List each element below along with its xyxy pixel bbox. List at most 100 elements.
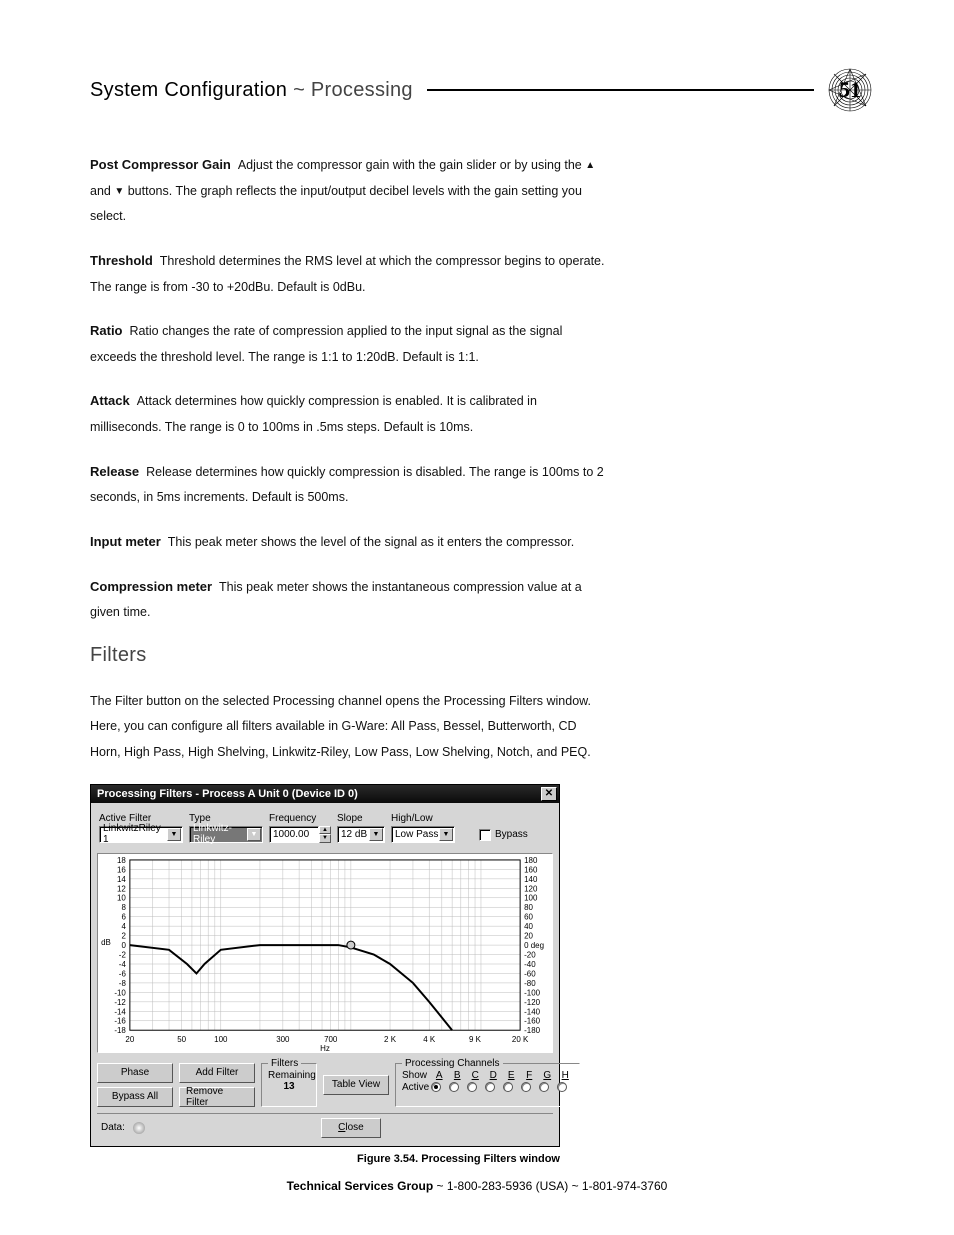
- channel-header[interactable]: C: [467, 1070, 483, 1081]
- page-title: System Configuration ~ Processing: [90, 79, 413, 102]
- svg-text:-10: -10: [114, 988, 126, 997]
- processing-filters-dialog: Processing Filters - Process A Unit 0 (D…: [90, 784, 560, 1147]
- svg-text:-100: -100: [524, 988, 541, 997]
- dialog-titlebar[interactable]: Processing Filters - Process A Unit 0 (D…: [91, 785, 559, 803]
- svg-text:100: 100: [524, 894, 538, 903]
- channel-radio[interactable]: [431, 1082, 441, 1092]
- page-header: System Configuration ~ Processing 51: [90, 68, 872, 112]
- def-ratio: Ratio Ratio changes the rate of compress…: [90, 318, 610, 370]
- channel-radio[interactable]: [521, 1082, 531, 1092]
- svg-text:9 K: 9 K: [469, 1035, 482, 1044]
- svg-text:80: 80: [524, 903, 533, 912]
- channel-radio[interactable]: [449, 1082, 459, 1092]
- label-type: Type: [189, 813, 263, 824]
- channel-radio[interactable]: [539, 1082, 549, 1092]
- remove-filter-button[interactable]: Remove Filter: [179, 1087, 255, 1107]
- channel-header[interactable]: G: [539, 1070, 555, 1081]
- up-triangle-icon: ▲: [585, 160, 595, 171]
- def-input-meter: Input meter This peak meter shows the le…: [90, 529, 610, 556]
- dialog-title: Processing Filters - Process A Unit 0 (D…: [97, 788, 358, 800]
- channel-header[interactable]: E: [503, 1070, 519, 1081]
- svg-text:0 deg: 0 deg: [524, 941, 544, 950]
- svg-text:0: 0: [121, 941, 126, 950]
- frequency-spinner[interactable]: ▲▼: [319, 826, 331, 843]
- svg-text:300: 300: [276, 1035, 290, 1044]
- svg-text:60: 60: [524, 912, 533, 921]
- svg-text:16: 16: [117, 865, 126, 874]
- page-number-badge: 51: [828, 68, 872, 112]
- svg-text:50: 50: [177, 1035, 186, 1044]
- page-footer: Technical Services Group ~ 1-800-283-593…: [0, 1179, 954, 1193]
- svg-text:-160: -160: [524, 1016, 541, 1025]
- svg-text:10: 10: [117, 894, 126, 903]
- svg-text:-2: -2: [119, 950, 127, 959]
- svg-text:2: 2: [121, 931, 126, 940]
- bypass-checkbox[interactable]: [479, 829, 491, 841]
- def-post-compressor-gain: Post Compressor Gain Adjust the compress…: [90, 152, 610, 230]
- close-icon[interactable]: ✕: [541, 787, 557, 801]
- type-combo[interactable]: Linkwitz-Riley: [189, 826, 263, 843]
- svg-text:160: 160: [524, 865, 538, 874]
- svg-text:6: 6: [121, 912, 126, 921]
- svg-text:20: 20: [125, 1035, 134, 1044]
- channel-header[interactable]: H: [557, 1070, 573, 1081]
- status-bar: Data: Close: [97, 1113, 553, 1140]
- svg-text:-12: -12: [114, 998, 126, 1007]
- label-frequency: Frequency: [269, 813, 331, 824]
- svg-text:20 K: 20 K: [512, 1035, 529, 1044]
- channel-header[interactable]: A: [431, 1070, 447, 1081]
- def-attack: Attack Attack determines how quickly com…: [90, 388, 610, 440]
- svg-text:14: 14: [117, 875, 126, 884]
- svg-text:-180: -180: [524, 1026, 541, 1035]
- svg-text:180: 180: [524, 856, 538, 865]
- svg-text:4: 4: [121, 922, 126, 931]
- svg-text:-60: -60: [524, 969, 536, 978]
- add-filter-button[interactable]: Add Filter: [179, 1063, 255, 1083]
- svg-text:Hz: Hz: [320, 1044, 330, 1052]
- svg-text:8: 8: [121, 903, 126, 912]
- svg-text:-40: -40: [524, 960, 536, 969]
- svg-text:-20: -20: [524, 950, 536, 959]
- svg-text:-18: -18: [114, 1026, 126, 1035]
- filter-response-graph[interactable]: -18-16-14-12-10-8-6-4-2024681012141618-1…: [97, 853, 553, 1053]
- channel-radio[interactable]: [485, 1082, 495, 1092]
- svg-text:-6: -6: [119, 969, 127, 978]
- channel-radio[interactable]: [503, 1082, 513, 1092]
- active-filter-combo[interactable]: LinkwitzRiley 1: [99, 826, 183, 843]
- close-button[interactable]: Close: [321, 1118, 381, 1138]
- processing-channels-group: Processing Channels ShowABCDEFGHActive: [395, 1063, 580, 1107]
- phase-button[interactable]: Phase: [97, 1063, 173, 1083]
- frequency-input[interactable]: 1000.00: [269, 826, 319, 843]
- svg-text:40: 40: [524, 922, 533, 931]
- label-active-filter: Active Filter: [99, 813, 183, 824]
- def-compression-meter: Compression meter This peak meter shows …: [90, 574, 610, 626]
- svg-text:2 K: 2 K: [384, 1035, 397, 1044]
- label-bypass: Bypass: [495, 829, 528, 840]
- channel-radio[interactable]: [467, 1082, 477, 1092]
- channel-radio[interactable]: [557, 1082, 567, 1092]
- slope-combo[interactable]: 12 dB: [337, 826, 385, 843]
- channel-header[interactable]: B: [449, 1070, 465, 1081]
- svg-text:-120: -120: [524, 998, 541, 1007]
- title-bold: System Configuration: [90, 79, 287, 101]
- filters-remaining-group: Filters Remaining13: [261, 1063, 317, 1107]
- svg-text:-8: -8: [119, 979, 127, 988]
- svg-text:120: 120: [524, 884, 538, 893]
- svg-text:-140: -140: [524, 1007, 541, 1016]
- channel-header[interactable]: F: [521, 1070, 537, 1081]
- table-view-button[interactable]: Table View: [323, 1075, 389, 1095]
- svg-text:20: 20: [524, 931, 533, 940]
- svg-text:-80: -80: [524, 979, 536, 988]
- page-number: 51: [839, 77, 861, 103]
- bypass-all-button[interactable]: Bypass All: [97, 1087, 173, 1107]
- svg-text:-16: -16: [114, 1016, 126, 1025]
- svg-text:12: 12: [117, 884, 126, 893]
- filters-paragraph: The Filter button on the selected Proces…: [90, 689, 610, 766]
- disk-icon: [133, 1122, 145, 1134]
- figure-caption: Figure 3.54. Processing Filters window: [90, 1153, 560, 1165]
- filters-heading: Filters: [90, 644, 610, 667]
- svg-text:4 K: 4 K: [423, 1035, 436, 1044]
- svg-text:-14: -14: [114, 1007, 126, 1016]
- highlow-combo[interactable]: Low Pass: [391, 826, 455, 843]
- channel-header[interactable]: D: [485, 1070, 501, 1081]
